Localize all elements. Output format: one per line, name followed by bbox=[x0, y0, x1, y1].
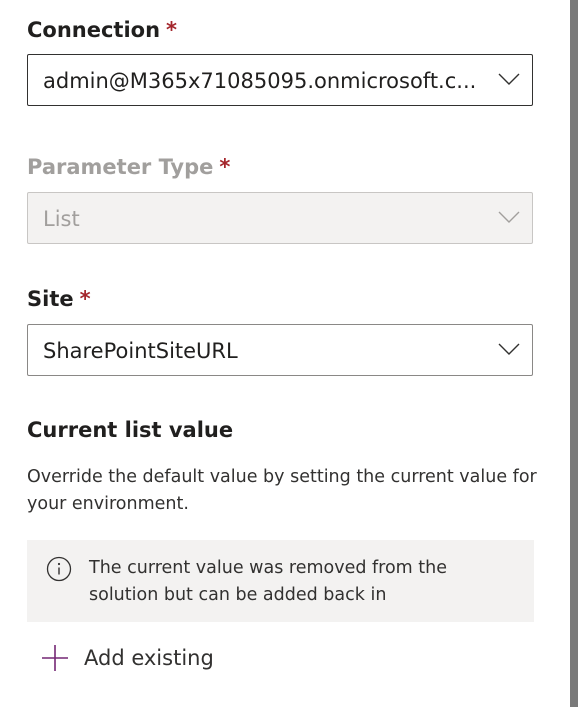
parameter-type-label-text: Parameter Type bbox=[27, 155, 214, 179]
chevron-down-icon bbox=[498, 211, 520, 223]
required-marker: * bbox=[166, 18, 178, 42]
site-value: SharePointSiteURL bbox=[43, 339, 238, 363]
chevron-down-icon bbox=[498, 73, 520, 85]
site-dropdown[interactable]: SharePointSiteURL bbox=[27, 324, 533, 376]
add-existing-label: Add existing bbox=[84, 646, 214, 670]
plus-icon bbox=[42, 645, 68, 671]
info-message-text: The current value was removed from the s… bbox=[89, 558, 448, 605]
parameter-panel: Connection * admin@M365x71085095.onmicros… bbox=[0, 0, 570, 707]
parameter-type-label: Parameter Type * bbox=[27, 153, 230, 181]
info-message-bar: The current value was removed from the s… bbox=[27, 540, 534, 622]
current-list-description: Override the default value by setting th… bbox=[27, 467, 537, 514]
connection-value: admin@M365x71085095.onmicrosoft.c... bbox=[43, 69, 477, 93]
scrollbar[interactable] bbox=[570, 0, 583, 707]
parameter-type-dropdown: List bbox=[27, 192, 533, 244]
required-marker: * bbox=[219, 155, 231, 179]
connection-label-text: Connection bbox=[27, 18, 161, 42]
add-existing-button[interactable]: Add existing bbox=[40, 640, 214, 676]
current-list-title: Current list value bbox=[27, 418, 234, 442]
parameter-type-value: List bbox=[43, 207, 80, 231]
scrollbar-thumb[interactable] bbox=[570, 0, 578, 707]
site-label-text: Site bbox=[27, 287, 74, 311]
chevron-down-icon bbox=[498, 343, 520, 355]
connection-dropdown[interactable]: admin@M365x71085095.onmicrosoft.c... bbox=[27, 54, 533, 106]
site-label: Site * bbox=[27, 285, 91, 313]
info-icon bbox=[46, 556, 72, 582]
required-marker: * bbox=[79, 287, 91, 311]
connection-label: Connection * bbox=[27, 16, 177, 44]
